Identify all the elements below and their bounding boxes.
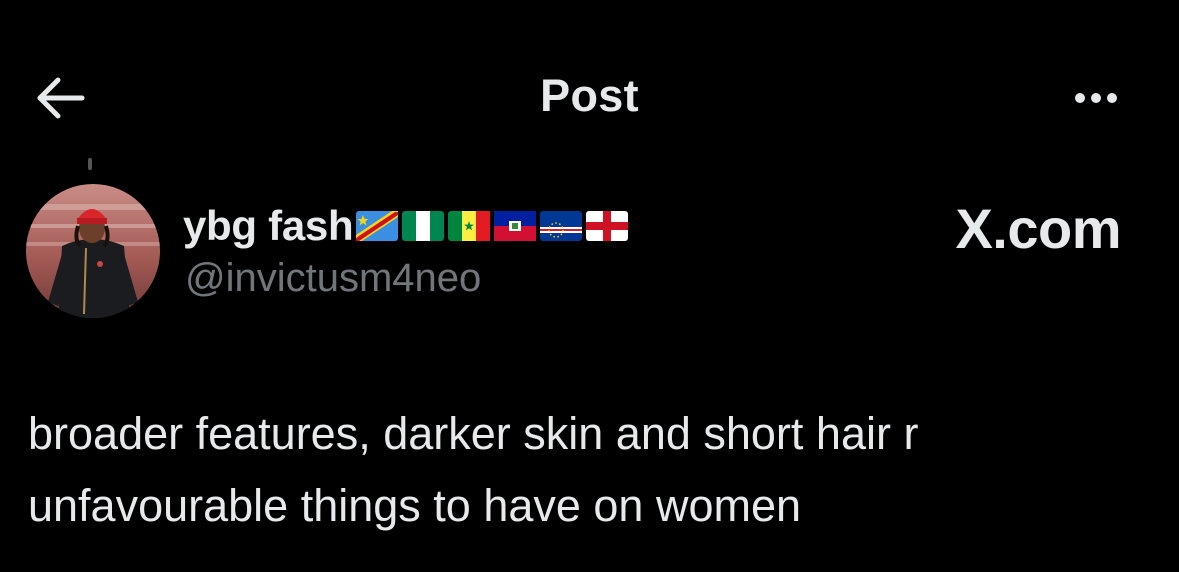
profile-photo [26, 184, 160, 318]
post-text: broader features, darker skin and short … [28, 398, 1148, 542]
nigeria-flag-icon [402, 211, 445, 241]
more-horizontal-icon [1075, 93, 1085, 103]
drc-flag-icon [356, 211, 399, 241]
post-text-line: broader features, darker skin and short … [28, 408, 919, 459]
author-handle[interactable]: @invictusm4neo [185, 256, 481, 301]
more-options-button[interactable] [1060, 82, 1132, 114]
more-dot [1091, 93, 1101, 103]
author-name-row[interactable]: ybg fash [183, 200, 629, 252]
divider-mark [88, 158, 92, 170]
avatar[interactable] [26, 184, 160, 318]
brand-watermark: X.com [955, 197, 1121, 260]
more-dot [1107, 93, 1117, 103]
post-screen: Post ybg fash @invictusm4neo X.com broad… [0, 0, 1179, 572]
england-flag-icon [586, 211, 629, 241]
cape-verde-flag-icon [540, 211, 583, 241]
haiti-flag-icon [494, 211, 537, 241]
post-text-line: unfavourable things to have on women [28, 480, 802, 531]
page-title: Post [540, 70, 639, 121]
author-display-name[interactable]: ybg fash [183, 202, 354, 250]
senegal-flag-icon [448, 211, 491, 241]
flag-emojis [356, 211, 629, 241]
